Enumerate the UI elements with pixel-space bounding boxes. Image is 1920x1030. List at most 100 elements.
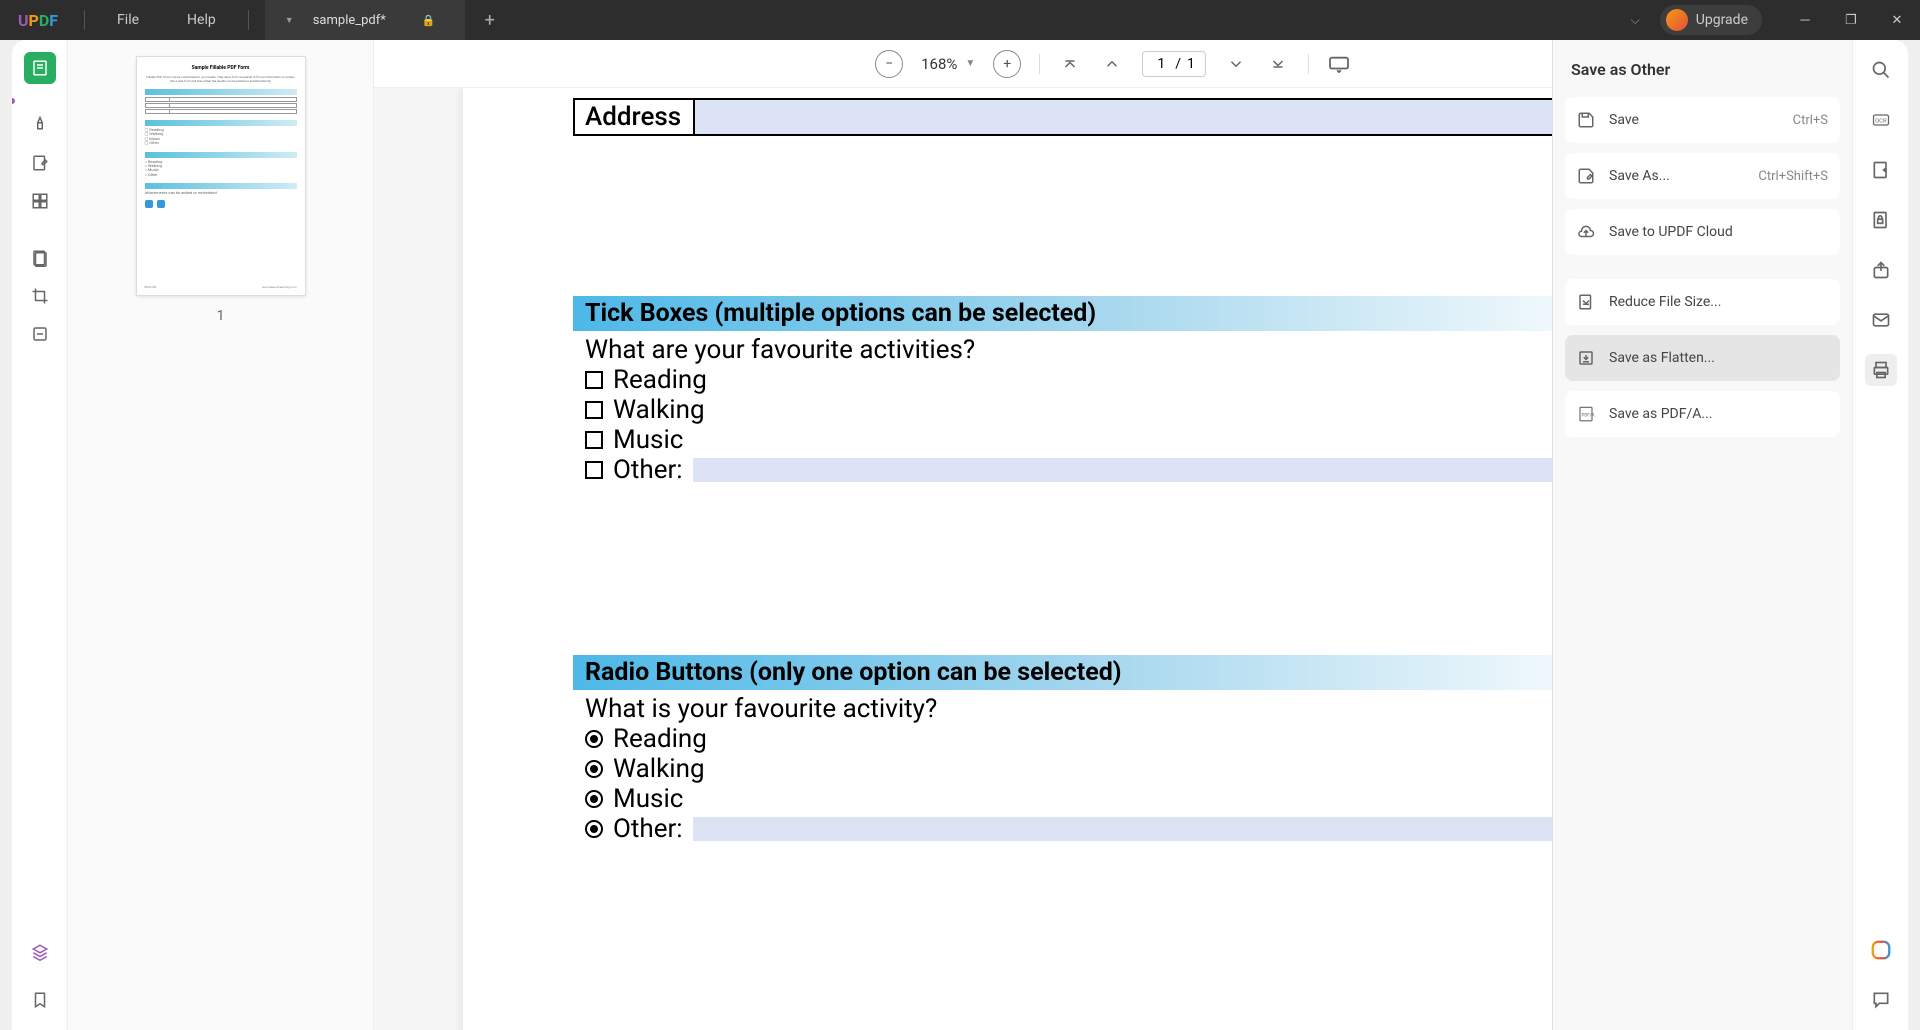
- save-panel-title: Save as Other: [1565, 50, 1840, 97]
- save-as-shortcut: Ctrl+Shift+S: [1758, 169, 1828, 184]
- divider: [248, 10, 249, 30]
- tickbox-section-header: Tick Boxes (multiple options can be sele…: [573, 296, 1653, 331]
- chevron-down-icon: ▼: [965, 58, 975, 69]
- zoom-in-button[interactable]: +: [993, 50, 1021, 78]
- zoom-out-button[interactable]: −: [875, 50, 903, 78]
- crop-tool[interactable]: [24, 280, 56, 312]
- checkbox-other[interactable]: [585, 461, 603, 479]
- save-cloud-button[interactable]: Save to UPDF Cloud: [1565, 209, 1840, 255]
- page-indicator[interactable]: / 1: [1142, 51, 1206, 77]
- print-button[interactable]: [1865, 354, 1897, 386]
- email-button[interactable]: [1865, 304, 1897, 336]
- radio-walking[interactable]: [585, 760, 603, 778]
- checkbox-music[interactable]: [585, 431, 603, 449]
- checkbox-walking[interactable]: [585, 401, 603, 419]
- document-tab[interactable]: ▼ sample_pdf* 🔒: [265, 0, 465, 40]
- radio-other-text-input[interactable]: [693, 817, 1641, 841]
- divider: [84, 10, 85, 30]
- save-icon: [1577, 111, 1595, 129]
- reduce-size-button[interactable]: Reduce File Size...: [1565, 279, 1840, 325]
- option-walking: Walking: [573, 395, 1653, 425]
- close-button[interactable]: ✕: [1874, 0, 1920, 40]
- ocr-button[interactable]: OCR: [1865, 104, 1897, 136]
- avatar-icon: [1666, 9, 1688, 31]
- indicator-dot: [12, 98, 15, 104]
- radio-option-other: Other:: [573, 814, 1653, 844]
- first-page-button[interactable]: [1058, 50, 1082, 78]
- upgrade-label: Upgrade: [1696, 12, 1748, 28]
- save-shortcut: Ctrl+S: [1793, 113, 1828, 128]
- zoom-select[interactable]: 168% ▼: [921, 55, 975, 73]
- option-other: Other:: [573, 455, 1653, 485]
- tab-dropdown-icon[interactable]: ▼: [285, 15, 295, 25]
- save-as-button[interactable]: Save As... Ctrl+Shift+S: [1565, 153, 1840, 199]
- other-text-input[interactable]: [693, 458, 1641, 482]
- option-label: Walking: [613, 395, 705, 425]
- upgrade-button[interactable]: Upgrade: [1660, 5, 1762, 35]
- convert-button[interactable]: [1865, 154, 1897, 186]
- ai-button[interactable]: [1865, 934, 1897, 966]
- save-as-label: Save As...: [1609, 168, 1758, 184]
- save-flatten-button[interactable]: Save as Flatten...: [1565, 335, 1840, 381]
- reader-tool[interactable]: [24, 52, 56, 84]
- last-page-button[interactable]: [1266, 50, 1290, 78]
- save-cloud-label: Save to UPDF Cloud: [1609, 224, 1828, 240]
- page-input[interactable]: [1153, 56, 1169, 72]
- pages-tool[interactable]: [24, 185, 56, 217]
- bookmark-tool[interactable]: [24, 984, 56, 1016]
- option-label: Other:: [613, 455, 683, 485]
- search-button[interactable]: [1865, 54, 1897, 86]
- separator: [1039, 54, 1040, 74]
- lock-icon: 🔒: [422, 14, 436, 27]
- comment-button[interactable]: [1865, 984, 1897, 1016]
- radio-question: What is your favourite activity?: [573, 690, 1653, 724]
- pdfa-label: Save as PDF/A...: [1609, 406, 1828, 422]
- new-tab-button[interactable]: +: [475, 5, 505, 35]
- radio-reading[interactable]: [585, 730, 603, 748]
- option-label: Music: [613, 425, 683, 455]
- address-field-row: Address: [573, 98, 1653, 136]
- svg-text:OCR: OCR: [1875, 119, 1887, 125]
- maximize-button[interactable]: ❐: [1828, 0, 1874, 40]
- save-as-other-panel: Save as Other Save Ctrl+S Save As... Ctr…: [1552, 40, 1852, 1030]
- radio-option-walking: Walking: [573, 754, 1653, 784]
- form-tool[interactable]: [24, 242, 56, 274]
- menu-help[interactable]: Help: [163, 0, 240, 40]
- radio-other[interactable]: [585, 820, 603, 838]
- option-music: Music: [573, 425, 1653, 455]
- menu-file[interactable]: File: [93, 0, 163, 40]
- page-slash: /: [1175, 56, 1181, 72]
- radio-option-music: Music: [573, 784, 1653, 814]
- minimize-button[interactable]: ─: [1782, 0, 1828, 40]
- slideshow-button[interactable]: [1327, 50, 1351, 78]
- share-button[interactable]: [1865, 254, 1897, 286]
- radio-music[interactable]: [585, 790, 603, 808]
- separator: [1308, 54, 1309, 74]
- option-label: Walking: [613, 754, 705, 784]
- checkbox-reading[interactable]: [585, 371, 603, 389]
- save-button[interactable]: Save Ctrl+S: [1565, 97, 1840, 143]
- address-input[interactable]: [695, 100, 1651, 134]
- next-page-button[interactable]: [1224, 50, 1248, 78]
- save-pdfa-button[interactable]: PDF/A Save as PDF/A...: [1565, 391, 1840, 437]
- option-label: Other:: [613, 814, 683, 844]
- chevron-down-icon[interactable]: ⌵: [1631, 13, 1640, 28]
- cloud-upload-icon: [1577, 223, 1595, 241]
- edit-tool[interactable]: [24, 147, 56, 179]
- prev-page-button[interactable]: [1100, 50, 1124, 78]
- tab-title: sample_pdf*: [313, 13, 386, 28]
- address-label: Address: [575, 100, 695, 134]
- right-toolbar: OCR: [1852, 40, 1908, 1030]
- layers-tool[interactable]: [24, 936, 56, 968]
- option-reading: Reading: [573, 365, 1653, 395]
- page-total: 1: [1187, 56, 1195, 72]
- tickbox-question: What are your favourite activities?: [573, 331, 1653, 365]
- radio-section-header: Radio Buttons (only one option can be se…: [573, 655, 1653, 690]
- protect-button[interactable]: [1865, 204, 1897, 236]
- page-thumbnail[interactable]: Sample Fillable PDF Form Fillable PDF fo…: [136, 56, 306, 296]
- redact-tool[interactable]: [24, 318, 56, 350]
- highlight-tool[interactable]: [24, 109, 56, 141]
- flatten-label: Save as Flatten...: [1609, 350, 1828, 366]
- titlebar: UPDF File Help ▼ sample_pdf* 🔒 + ⌵ Upgra…: [0, 0, 1920, 40]
- option-label: Reading: [613, 724, 707, 754]
